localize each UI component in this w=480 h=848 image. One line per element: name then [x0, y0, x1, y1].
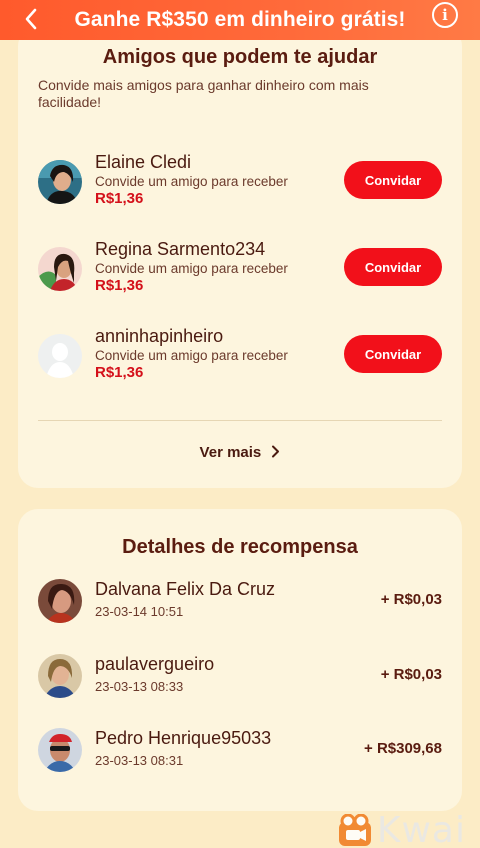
- friend-name: Elaine Cledi: [95, 152, 192, 172]
- reward-row: Pedro Henrique95033 23-03-13 08:31 + R$3…: [18, 728, 462, 778]
- friend-amount: R$1,36: [95, 190, 144, 207]
- see-more-link[interactable]: Ver mais: [18, 444, 462, 461]
- friend-desc: Convide um amigo para receber: [95, 348, 288, 363]
- reward-row: paulavergueiro 23-03-13 08:33 + R$0,03: [18, 654, 462, 704]
- friend-name: anninhapinheiro: [95, 326, 224, 346]
- friend-row: anninhapinheiro Convide um amigo para re…: [18, 326, 462, 386]
- kwai-logo-icon: [338, 813, 371, 846]
- friends-card: Amigos que podem te ajudar Convide mais …: [18, 26, 462, 488]
- friend-row: Regina Sarmento234 Convide um amigo para…: [18, 239, 462, 299]
- reward-name: Pedro Henrique95033: [95, 728, 272, 748]
- avatar: [38, 247, 82, 291]
- reward-name: paulavergueiro: [95, 654, 215, 674]
- invite-button[interactable]: Convidar: [344, 161, 442, 199]
- reward-name: Dalvana Felix Da Cruz: [95, 579, 276, 599]
- reward-date: 23-03-14 10:51: [95, 604, 184, 619]
- friend-row: Elaine Cledi Convide um amigo para receb…: [18, 152, 462, 212]
- back-button[interactable]: [18, 5, 44, 33]
- reward-row: Dalvana Felix Da Cruz 23-03-14 10:51 + R…: [18, 579, 462, 629]
- kwai-watermark: Kwai: [337, 810, 466, 848]
- info-icon[interactable]: i: [432, 2, 458, 28]
- friends-card-title: Amigos que podem te ajudar: [102, 46, 378, 68]
- avatar: [38, 654, 82, 698]
- top-bar: Ganhe R$350 em dinheiro grátis! i: [0, 0, 480, 40]
- friend-amount: R$1,36: [95, 277, 144, 294]
- rewards-card-title: Detalhes de recompensa: [122, 536, 358, 558]
- friend-amount: R$1,36: [95, 364, 144, 381]
- rewards-card: Detalhes de recompensa Dalvana Felix Da …: [18, 509, 462, 811]
- reward-date: 23-03-13 08:31: [95, 753, 184, 768]
- watermark-text: Kwai: [376, 810, 466, 848]
- page-title: Ganhe R$350 em dinheiro grátis!: [74, 8, 406, 31]
- invite-button[interactable]: Convidar: [344, 335, 442, 373]
- reward-value: + R$0,03: [380, 591, 442, 608]
- friend-desc: Convide um amigo para receber: [95, 261, 288, 276]
- avatar: [38, 579, 82, 623]
- invite-button[interactable]: Convidar: [344, 248, 442, 286]
- chevron-right-icon: [271, 444, 280, 461]
- friend-desc: Convide um amigo para receber: [95, 174, 288, 189]
- friends-card-subtitle: Convide mais amigos para ganhar dinheiro…: [38, 77, 369, 110]
- reward-value: + R$0,03: [380, 666, 442, 683]
- avatar-placeholder: [38, 334, 82, 378]
- reward-date: 23-03-13 08:33: [95, 679, 184, 694]
- reward-value: + R$309,68: [364, 740, 442, 757]
- see-more-label: Ver mais: [199, 444, 262, 461]
- avatar: [38, 728, 82, 772]
- avatar: [38, 160, 82, 204]
- chevron-left-icon: [25, 8, 37, 30]
- divider: [38, 420, 442, 421]
- friend-name: Regina Sarmento234: [95, 239, 266, 259]
